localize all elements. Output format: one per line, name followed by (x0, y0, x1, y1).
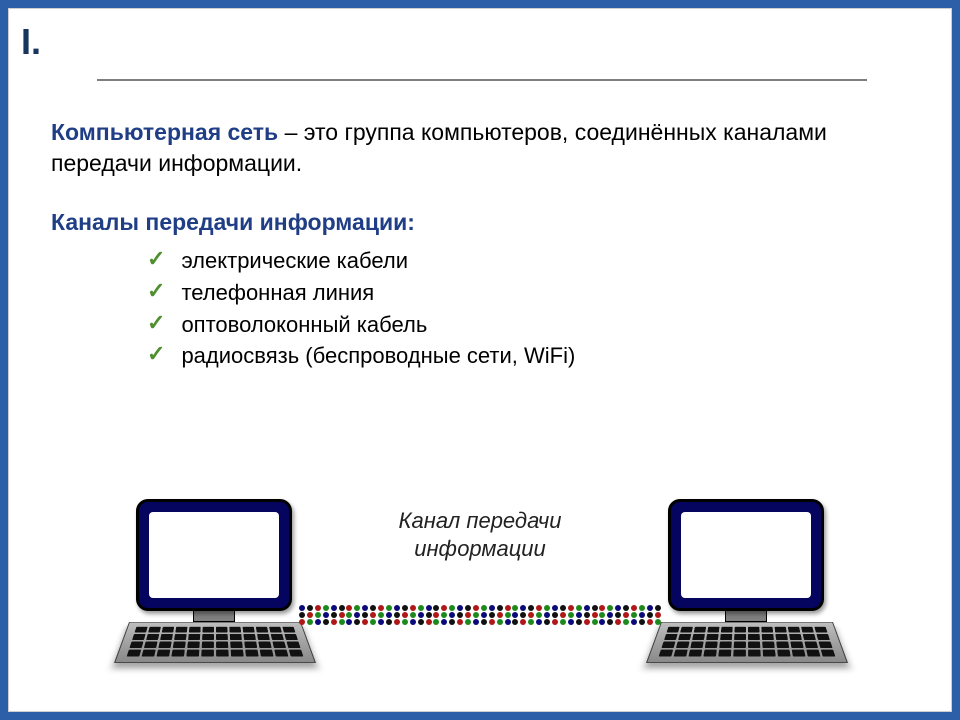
checkmark-icon: ✓ (147, 310, 165, 336)
list-item: ✓ оптоволоконный кабель (147, 310, 909, 340)
section-roman-numeral: I. (21, 21, 41, 63)
checkmark-icon: ✓ (147, 246, 165, 272)
computer-left-icon (119, 499, 309, 674)
monitor-stand-icon (193, 611, 235, 622)
channels-heading: Каналы передачи информации: (51, 207, 909, 238)
list-item-label: оптоволоконный кабель (181, 310, 427, 340)
monitor-icon (668, 499, 824, 611)
keyboard-icon (661, 622, 831, 674)
definition-paragraph: Компьютерная сеть – это группа компьютер… (51, 117, 909, 179)
slide-frame: I. Компьютерная сеть – это группа компью… (8, 8, 952, 712)
channels-list: ✓ электрические кабели ✓ телефонная лини… (147, 246, 909, 371)
title-underline (97, 79, 867, 81)
monitor-stand-icon (725, 611, 767, 622)
list-item: ✓ электрические кабели (147, 246, 909, 276)
list-item: ✓ телефонная линия (147, 278, 909, 308)
list-item: ✓ радиосвязь (беспроводные сети, WiFi) (147, 341, 909, 371)
checkmark-icon: ✓ (147, 278, 165, 304)
slide-content: Компьютерная сеть – это группа компьютер… (51, 117, 909, 373)
monitor-icon (136, 499, 292, 611)
computer-right-icon (651, 499, 841, 674)
list-item-label: электрические кабели (181, 246, 408, 276)
definition-term: Компьютерная сеть (51, 119, 278, 145)
keyboard-icon (129, 622, 299, 674)
data-channel-dots-icon (299, 605, 661, 627)
checkmark-icon: ✓ (147, 341, 165, 367)
list-item-label: телефонная линия (181, 278, 374, 308)
list-item-label: радиосвязь (беспроводные сети, WiFi) (181, 341, 575, 371)
network-diagram (9, 499, 951, 709)
